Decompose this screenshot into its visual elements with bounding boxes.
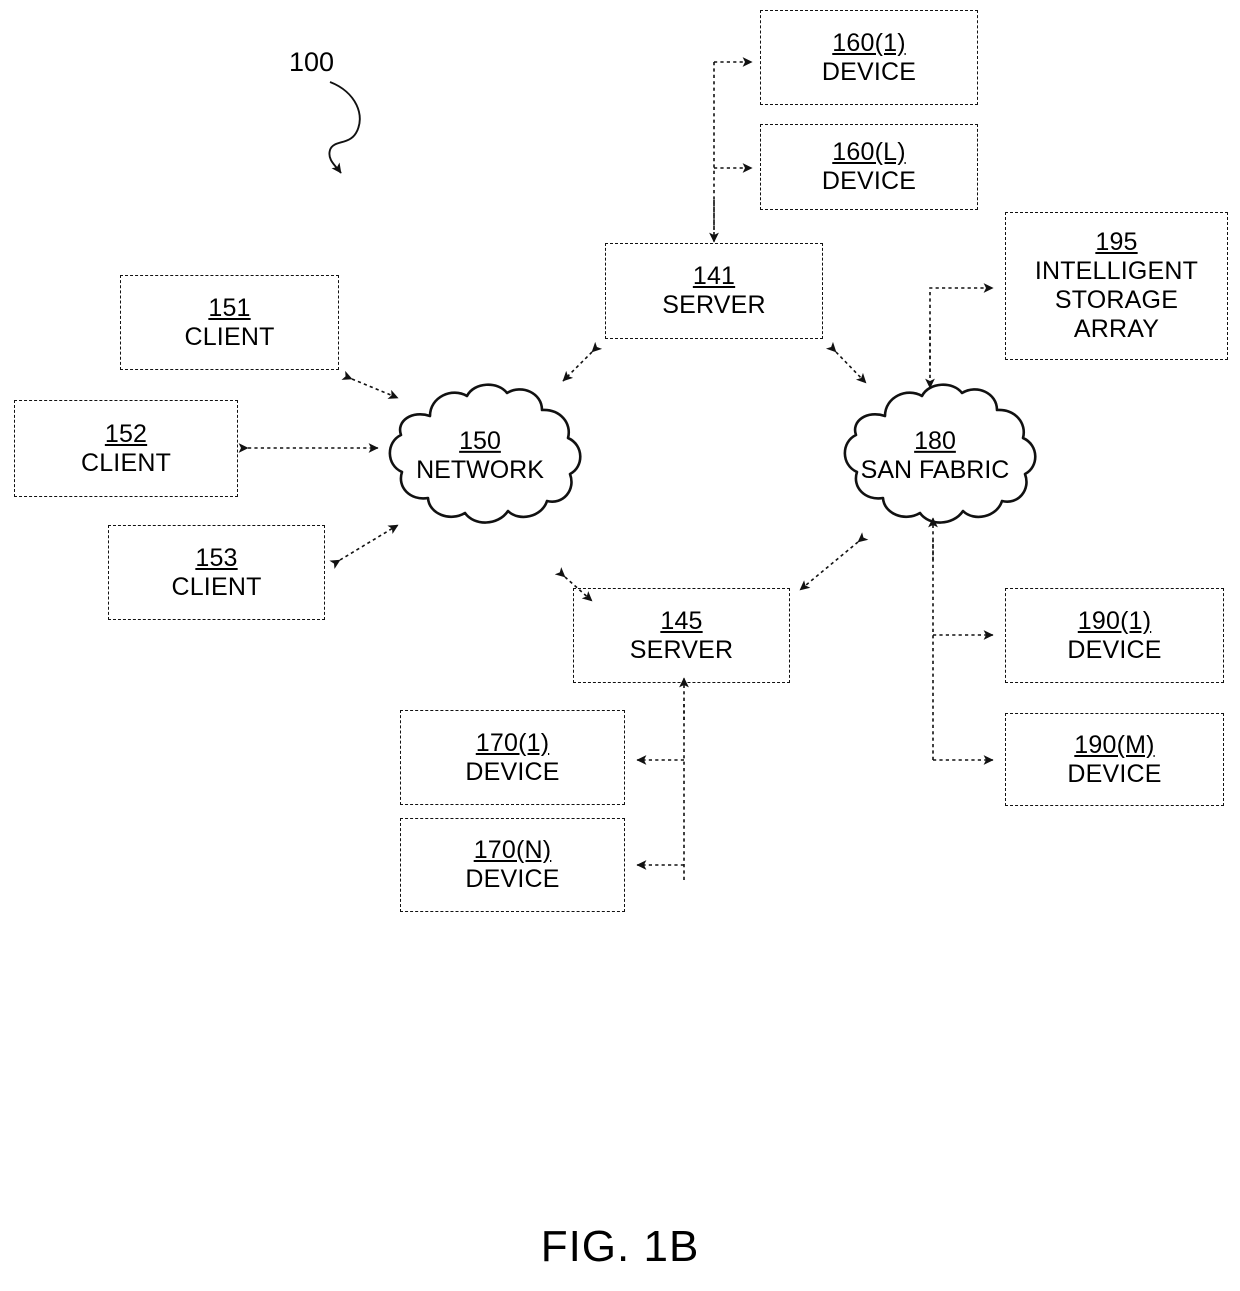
node-device-170-n[interactable]: 170(N) DEVICE [400,818,625,912]
node-label: DEVICE [465,865,560,893]
node-ref: 170(1) [475,728,550,757]
node-ref: 190(M) [1074,730,1155,759]
node-storage-array-195[interactable]: 195 INTELLIGENT STORAGE ARRAY [1005,212,1228,360]
connector-server141-devices160 [709,57,753,243]
node-ref: 195 [1095,228,1138,256]
node-label: DEVICE [821,167,917,195]
node-label: CLIENT [171,572,262,601]
node-client-153[interactable]: 153 CLIENT [108,525,325,620]
lead-line-100 [328,81,361,174]
node-ref: 160(L) [832,138,906,166]
connector-server145-devices170 [636,677,689,880]
node-ref: 190(1) [1077,606,1152,635]
node-device-190-1[interactable]: 190(1) DEVICE [1005,588,1224,683]
connector-server141-network150 [562,341,603,382]
node-device-160-l[interactable]: 160(L) DEVICE [760,124,978,210]
patent-figure-1b: 100 160(1) DEVICE 160(L) DEVICE 141 SERV… [0,0,1240,1291]
node-label: DEVICE [465,757,560,786]
node-ref: 152 [104,419,148,448]
node-device-190-m[interactable]: 190(M) DEVICE [1005,713,1224,806]
system-reference-numeral: 100 [289,47,335,77]
node-ref: 145 [660,606,703,635]
node-ref: 151 [208,293,251,322]
node-label: DEVICE [821,57,917,86]
figure-caption: FIG. 1B [540,1222,700,1271]
node-server-141[interactable]: 141 SERVER [605,243,823,339]
node-label: DEVICE [1067,635,1162,664]
node-label: CLIENT [80,448,172,477]
node-ref: 153 [195,543,238,572]
node-ref: 141 [692,262,736,290]
node-ref: 170(N) [473,836,552,864]
cloud-san-fabric-180[interactable]: 180 SAN FABRIC [825,383,1045,530]
node-label: DEVICE [1067,759,1162,788]
node-label: CLIENT [184,322,275,351]
node-device-170-1[interactable]: 170(1) DEVICE [400,710,625,805]
connector-sanfabric180-storage195 [925,283,994,389]
node-label: INTELLIGENT STORAGE ARRAY [1034,257,1199,343]
node-ref: 160(1) [832,28,906,57]
node-server-145[interactable]: 145 SERVER [573,588,790,683]
node-client-152[interactable]: 152 CLIENT [14,400,238,497]
node-label: SERVER [662,291,766,319]
connector-sanfabric180-devices190 [928,517,994,765]
connector-server141-sanfabric180 [825,341,867,384]
cloud-network-150[interactable]: 150 NETWORK [370,383,590,530]
connector-server145-sanfabric180 [799,532,869,591]
connector-client153-network150 [329,524,399,570]
node-device-160-1[interactable]: 160(1) DEVICE [760,10,978,105]
node-label: SERVER [629,635,734,664]
node-client-151[interactable]: 151 CLIENT [120,275,339,370]
